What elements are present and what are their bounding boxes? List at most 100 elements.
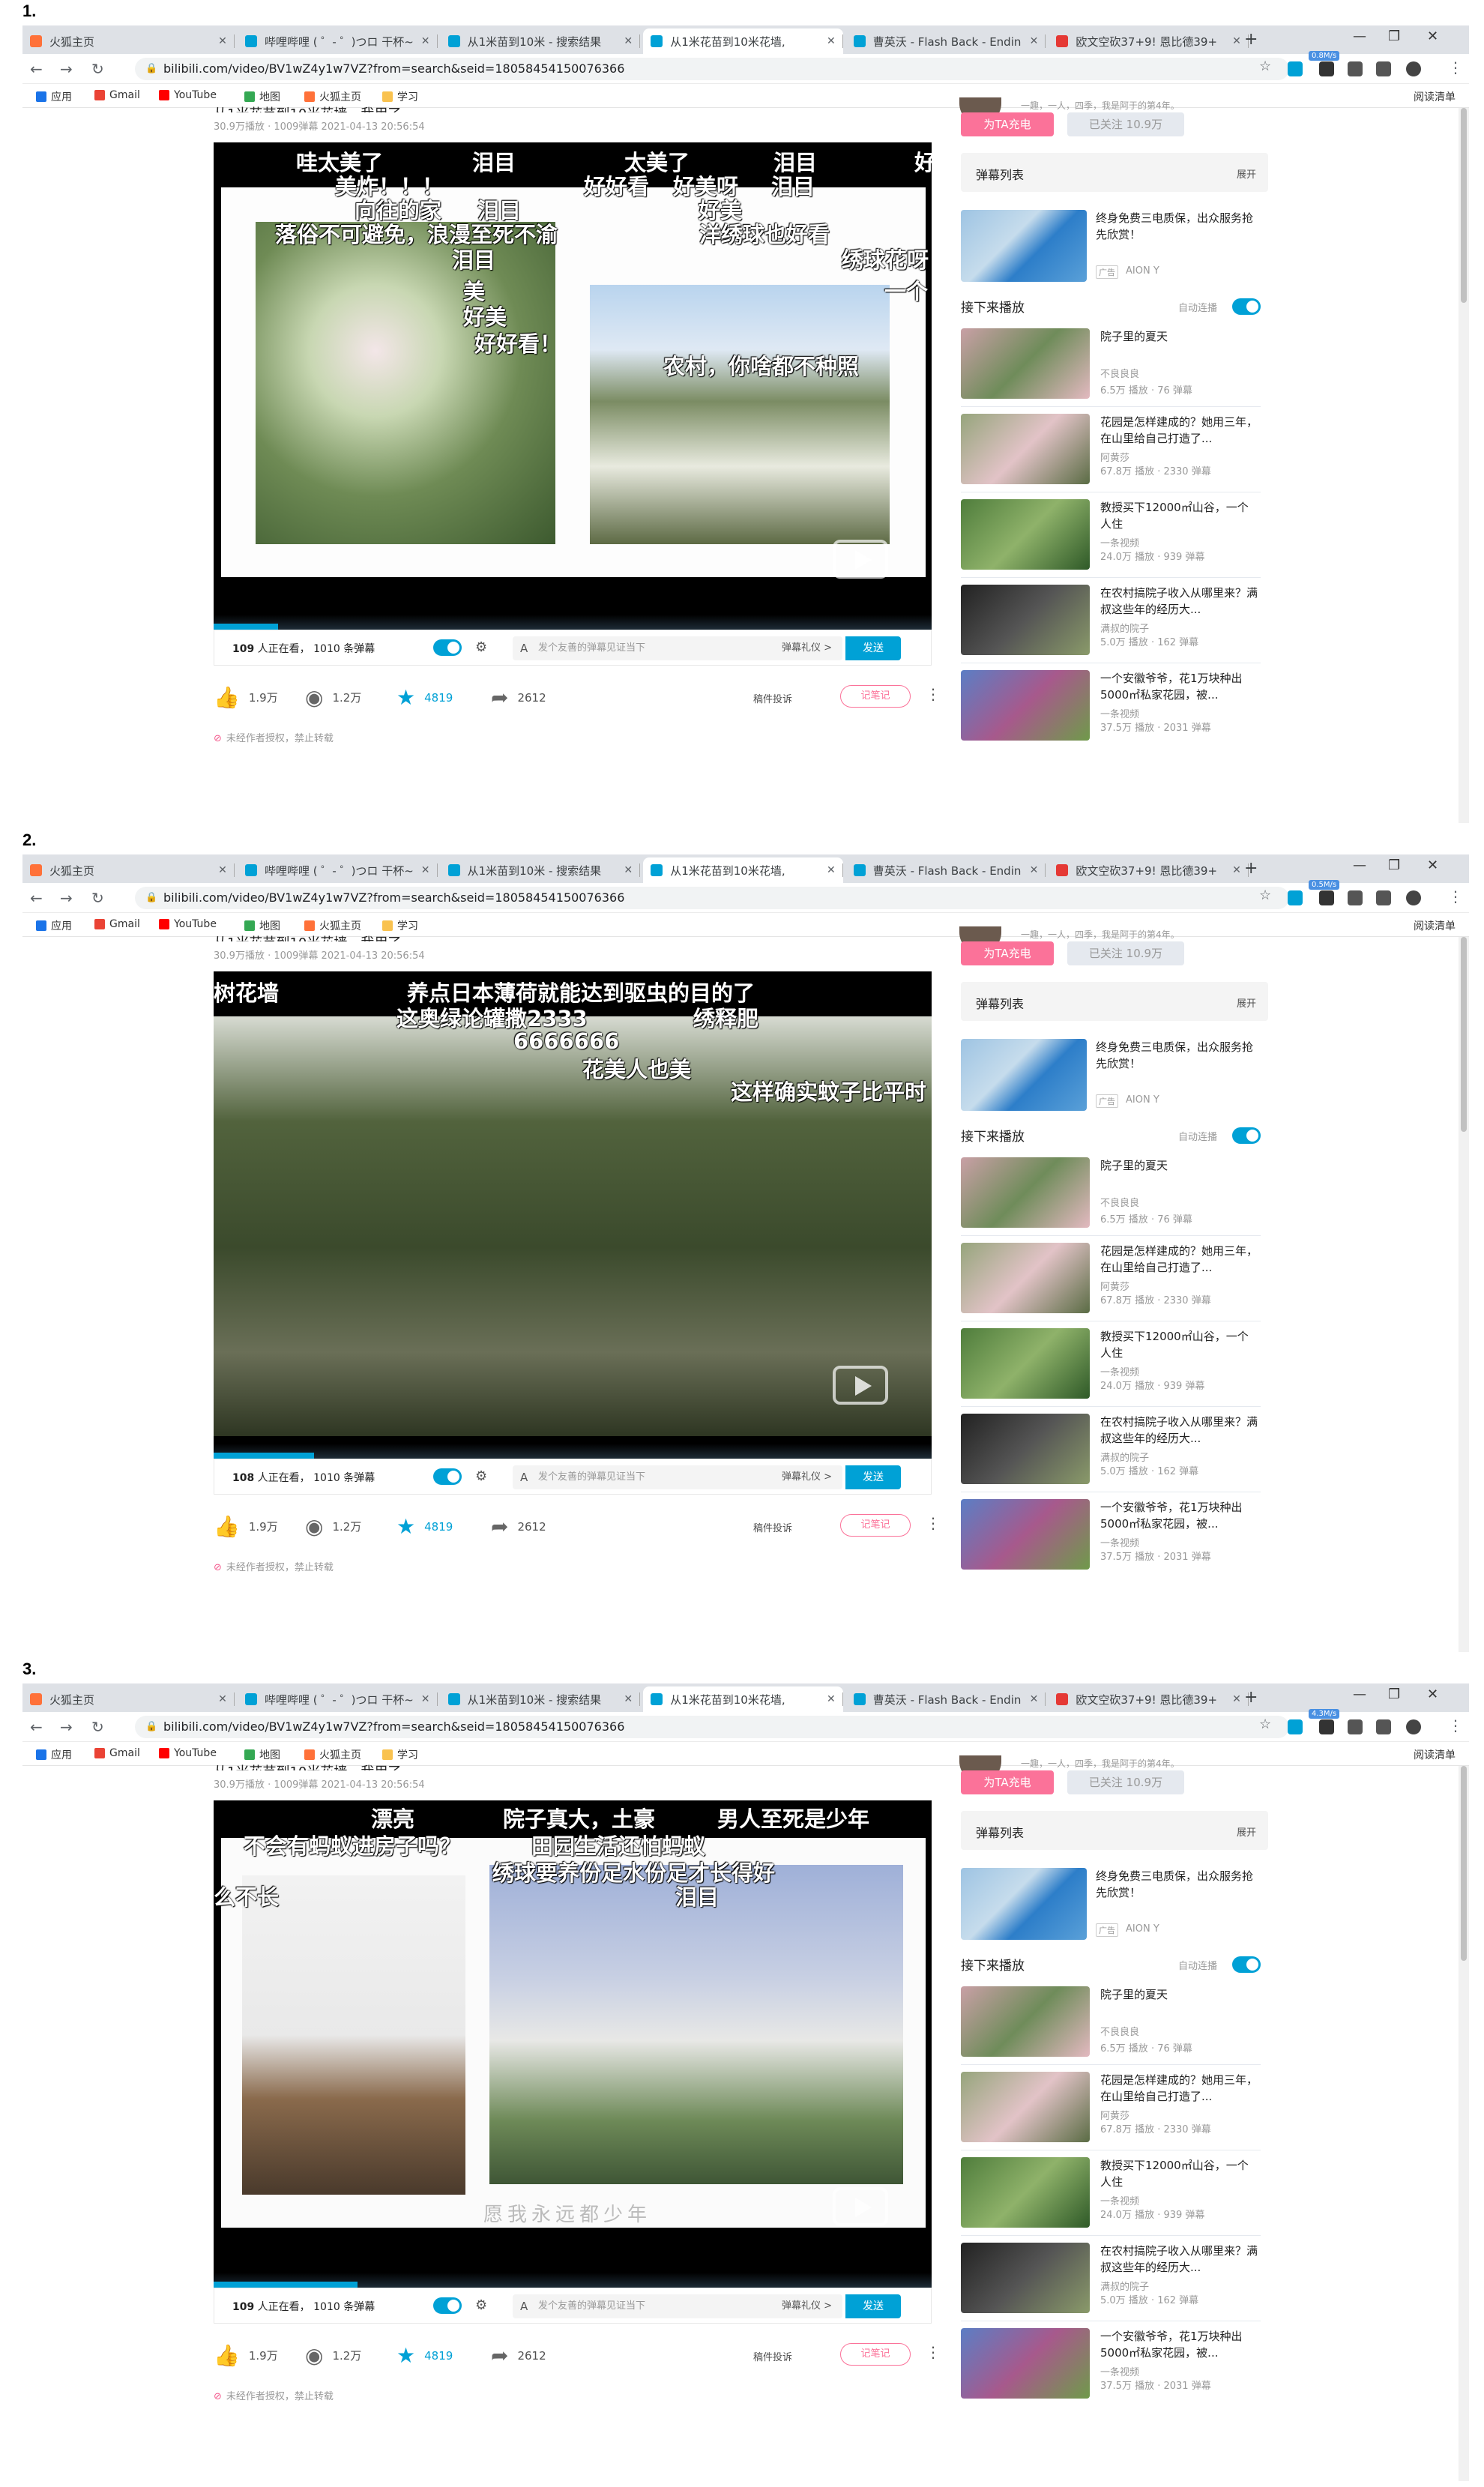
tab-bilibili-3[interactable]: 从1米花苗到10米花墙, ✕ <box>643 1686 843 1712</box>
reload-icon[interactable]: ↻ <box>91 889 104 907</box>
note-button[interactable]: 记笔记 <box>840 1514 911 1537</box>
send-danmaku-button[interactable]: 发送 <box>845 1465 901 1489</box>
favorite-button[interactable]: ★ 4819 <box>396 685 453 710</box>
danmaku-settings-icon[interactable]: ⚙ <box>475 639 487 655</box>
expand-button[interactable]: 展开 <box>1237 995 1256 1010</box>
recommended-video[interactable]: 一个安徽爷爷，花1万块种出5000㎡私家花园，被... 一条视频 37.5万 播放 … <box>961 670 1268 742</box>
tab-bilibili-1[interactable]: 哔哩哔哩 ( ゜- ゜)つロ 干杯~ ✕ <box>238 28 438 54</box>
close-icon[interactable]: ✕ <box>624 35 633 47</box>
like-button[interactable]: 👍 1.9万 <box>214 685 278 710</box>
bookmark-firefox[interactable]: 火狐主页 <box>304 1747 361 1762</box>
autoplay-toggle[interactable] <box>1232 1956 1261 1973</box>
danmaku-toggle[interactable] <box>433 1468 462 1485</box>
bookmark-maps[interactable]: 地图 <box>244 1747 280 1762</box>
tab-chrome-5[interactable]: 欧文空砍37+9! 恩比德39+ ✕ <box>1049 1686 1249 1712</box>
new-tab-button[interactable]: + <box>1244 30 1258 49</box>
recommended-video[interactable]: 一个安徽爷爷，花1万块种出5000㎡私家花园，被... 一条视频 37.5万 播放 … <box>961 1499 1268 1571</box>
danmaku-toggle[interactable] <box>433 2297 462 2314</box>
danmaku-settings-icon[interactable]: ⚙ <box>475 2297 487 2313</box>
bookmark-maps[interactable]: 地图 <box>244 918 280 933</box>
tab-bilibili-1[interactable]: 哔哩哔哩 ( ゜- ゜)つロ 干杯~ ✕ <box>238 1686 438 1712</box>
coin-button[interactable]: ◉ 1.2万 <box>305 1514 361 1539</box>
follow-button[interactable]: 已关注 10.9万 <box>1067 112 1184 136</box>
close-icon[interactable]: ✕ <box>1030 864 1039 876</box>
bookmark-youtube[interactable]: YouTube <box>159 1747 217 1759</box>
close-icon[interactable]: ✕ <box>1232 35 1241 47</box>
charge-button[interactable]: 为TA充电 <box>961 941 1054 965</box>
close-icon[interactable]: ✕ <box>421 35 430 47</box>
close-window-icon[interactable]: ✕ <box>1427 28 1438 44</box>
reading-list-button[interactable]: 阅读清单 <box>1414 89 1456 104</box>
autoplay-toggle[interactable] <box>1232 298 1261 315</box>
close-icon[interactable]: ✕ <box>218 864 227 876</box>
reading-queue-icon[interactable] <box>1376 1719 1391 1734</box>
reading-list-button[interactable]: 阅读清单 <box>1414 918 1456 933</box>
progress-bar[interactable] <box>214 1444 932 1459</box>
new-tab-button[interactable]: + <box>1244 1688 1258 1707</box>
lock-icon[interactable]: 🔒 <box>145 887 157 909</box>
font-style-icon[interactable]: A <box>520 2294 528 2318</box>
font-style-icon[interactable]: A <box>520 1465 528 1489</box>
danmaku-list-panel[interactable]: 弹幕列表 展开 <box>961 982 1268 1021</box>
forward-icon[interactable]: → <box>60 889 73 907</box>
like-button[interactable]: 👍 1.9万 <box>214 1514 278 1539</box>
bookmark-gmail[interactable]: Gmail <box>94 918 140 930</box>
page-scrollbar[interactable] <box>1459 937 1469 1652</box>
coin-button[interactable]: ◉ 1.2万 <box>305 2343 361 2368</box>
minimize-icon[interactable]: — <box>1353 1686 1366 1702</box>
profile-icon[interactable] <box>1406 890 1421 905</box>
close-window-icon[interactable]: ✕ <box>1427 1686 1438 1702</box>
bookmark-apps[interactable]: 应用 <box>36 1747 72 1762</box>
recommended-video[interactable]: 院子里的夏天 不良良良 6.5万 播放 · 76 弹幕 <box>961 1157 1268 1229</box>
scrollbar-thumb[interactable] <box>1461 1766 1467 1961</box>
tab-chrome-5[interactable]: 欧文空砍37+9! 恩比德39+ ✕ <box>1049 28 1249 54</box>
url-bar[interactable]: 🔒 bilibili.com/video/BV1wZ4y1w7VZ?from=se… <box>135 887 1289 909</box>
reload-icon[interactable]: ↻ <box>91 60 104 78</box>
play-icon[interactable] <box>833 540 888 579</box>
ad-card[interactable]: 终身免费三电质保，出众服务抢先欣赏！ 广告 AION Y <box>961 1868 1268 1943</box>
page-scrollbar[interactable] <box>1459 1766 1469 2481</box>
bilibili-helper-icon[interactable] <box>1288 890 1303 905</box>
minimize-icon[interactable]: — <box>1353 857 1366 873</box>
video-player[interactable]: 愿我永远都少年 漂亮 院子真大，土豪 男人至死是少年 不会有蚂蚁进房子吗？ 田园生活还怕蚂… <box>214 1800 932 2288</box>
video-player[interactable]: 哇太美了 泪目 太美了 泪目好美炸！！！ 好好看 好美呀 泪目 向往的家 泪目 好美 落俗不可避免，… <box>214 142 932 630</box>
extensions-icon[interactable] <box>1348 1719 1363 1734</box>
store-icon[interactable] <box>1319 61 1334 76</box>
browser-menu-icon[interactable]: ⋮ <box>1448 1716 1463 1734</box>
tab-bilibili-4[interactable]: 曹英沃 - Flash Back - Endin ✕ <box>846 1686 1046 1712</box>
back-icon[interactable]: ← <box>30 889 43 907</box>
tab-firefox-0[interactable]: 火狐主页 ✕ <box>22 1686 235 1712</box>
close-icon[interactable]: ✕ <box>827 864 836 876</box>
bookmark-apps[interactable]: 应用 <box>36 918 72 933</box>
close-icon[interactable]: ✕ <box>218 35 227 47</box>
more-icon[interactable]: ⋮ <box>926 2343 941 2361</box>
close-window-icon[interactable]: ✕ <box>1427 857 1438 873</box>
browser-menu-icon[interactable]: ⋮ <box>1448 58 1463 76</box>
share-button[interactable]: ➦ 2612 <box>491 1514 546 1539</box>
tab-chrome-5[interactable]: 欧文空砍37+9! 恩比德39+ ✕ <box>1049 857 1249 883</box>
expand-button[interactable]: 展开 <box>1237 1824 1256 1839</box>
report-link[interactable]: 稿件投诉 <box>753 1520 792 1534</box>
danmaku-etiquette-link[interactable]: 弹幕礼仪 > <box>782 2294 832 2318</box>
minimize-icon[interactable]: — <box>1353 28 1366 44</box>
recommended-video[interactable]: 花园是怎样建成的？她用三年，在山里给自己打造了... 阿黄莎 67.8万 播放 · … <box>961 1243 1268 1315</box>
note-button[interactable]: 记笔记 <box>840 2343 911 2366</box>
tab-bilibili-4[interactable]: 曹英沃 - Flash Back - Endin ✕ <box>846 28 1046 54</box>
forward-icon[interactable]: → <box>60 60 73 78</box>
scrollbar-thumb[interactable] <box>1461 937 1467 1132</box>
bookmark-gmail[interactable]: Gmail <box>94 1747 140 1759</box>
store-icon[interactable] <box>1319 890 1334 905</box>
share-button[interactable]: ➦ 2612 <box>491 2343 546 2368</box>
reload-icon[interactable]: ↻ <box>91 1718 104 1736</box>
extensions-icon[interactable] <box>1348 61 1363 76</box>
recommended-video[interactable]: 花园是怎样建成的？她用三年，在山里给自己打造了... 阿黄莎 67.8万 播放 · … <box>961 2072 1268 2144</box>
forward-icon[interactable]: → <box>60 1718 73 1736</box>
tab-bilibili-1[interactable]: 哔哩哔哩 ( ゜- ゜)つロ 干杯~ ✕ <box>238 857 438 883</box>
tab-bilibili-2[interactable]: 从1米苗到10米 - 搜索结果 ✕ <box>441 28 641 54</box>
reading-queue-icon[interactable] <box>1376 890 1391 905</box>
bookmark-firefox[interactable]: 火狐主页 <box>304 89 361 104</box>
close-icon[interactable]: ✕ <box>1232 1693 1241 1705</box>
favorite-button[interactable]: ★ 4819 <box>396 1514 453 1539</box>
bookmark-folder[interactable]: 学习 <box>382 918 418 933</box>
close-icon[interactable]: ✕ <box>1232 864 1241 876</box>
